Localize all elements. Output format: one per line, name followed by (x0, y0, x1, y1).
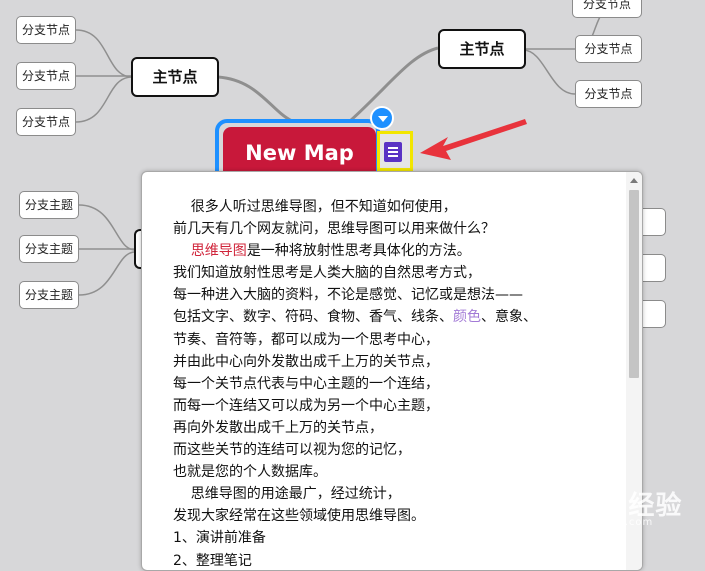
branch-node[interactable]: 分支节点 (16, 16, 76, 44)
branch-node[interactable]: 分支节点 (572, 0, 642, 18)
branch-topic-node[interactable]: 分支主题 (19, 235, 79, 263)
note-text-span: 颜色 (453, 309, 481, 325)
note-text-span: 思维导图的用途最广，经过统计， (173, 486, 401, 502)
branch-node[interactable]: 分支节点 (575, 35, 642, 63)
branch-node[interactable]: 分支节点 (16, 62, 76, 90)
note-text-span: 很多人听过思维导图，但不知道如何使用， (173, 199, 457, 215)
note-text-span: 1、演讲前准备 (173, 530, 266, 546)
note-icon[interactable] (384, 142, 402, 162)
note-line: 每一种进入大脑的资料，不论是感觉、记忆或是想法—— (173, 284, 628, 306)
note-text-span: 并由此中心向外发散出成千上万的关节点， (173, 354, 439, 370)
note-line: 2、整理笔记 (173, 550, 628, 571)
note-line: 我们知道放射性思考是人类大脑的自然思考方式， (173, 262, 628, 284)
branch-node-partial[interactable] (642, 208, 666, 236)
scroll-up-icon[interactable] (630, 178, 638, 183)
note-text-span: 而每一个连结又可以成为另一个中心主题， (173, 398, 439, 414)
baidu-watermark: Baidu经验 jingyan.baidu.com (540, 483, 700, 533)
branch-node[interactable]: 分支节点 (16, 108, 76, 136)
scroll-thumb[interactable] (629, 190, 639, 378)
main-node-right[interactable]: 主节点 (438, 29, 526, 69)
note-text-span: 每一个关节点代表与中心主题的一个连结， (173, 376, 439, 392)
note-line: 而这些关节的连结可以视为您的记忆， (173, 439, 628, 461)
note-line: 很多人听过思维导图，但不知道如何使用， (173, 196, 628, 218)
note-text-span (173, 243, 191, 259)
note-line: 也就是您的个人数据库。 (173, 461, 628, 483)
main-node-left[interactable]: 主节点 (131, 57, 219, 97)
collapse-toggle-icon[interactable] (370, 106, 394, 130)
note-line: 节奏、音符等，都可以成为一个思考中心， (173, 329, 628, 351)
note-line: 而每一个连结又可以成为另一个中心主题， (173, 395, 628, 417)
note-line: 包括文字、数字、符码、食物、香气、线条、颜色、意象、 (173, 306, 628, 328)
branch-node-partial[interactable] (642, 300, 666, 328)
note-text-span: 前几天有几个网友就问，思维导图可以用来做什么？ (173, 221, 495, 237)
note-text-span: 也就是您的个人数据库。 (173, 464, 327, 480)
note-text-span: 2、整理笔记 (173, 553, 252, 569)
note-line: 再向外发散出成千上万的关节点， (173, 417, 628, 439)
note-text-span: 、意象、 (481, 309, 537, 325)
note-text-span: 而这些关节的连结可以视为您的记忆， (173, 442, 411, 458)
note-text-span: 包括文字、数字、符码、食物、香气、线条、 (173, 309, 453, 325)
note-line: 思维导图是一种将放射性思考具体化的方法。 (173, 240, 628, 262)
note-text-span: 节奏、音符等，都可以成为一个思考中心， (173, 332, 439, 348)
note-line: 每一个关节点代表与中心主题的一个连结， (173, 373, 628, 395)
note-line: 前几天有几个网友就问，思维导图可以用来做什么？ (173, 218, 628, 240)
note-text-span: 再向外发散出成千上万的关节点， (173, 420, 383, 436)
note-line: 并由此中心向外发散出成千上万的关节点， (173, 351, 628, 373)
note-text-span: 我们知道放射性思考是人类大脑的自然思考方式， (173, 265, 481, 281)
note-text-span: 是一种将放射性思考具体化的方法。 (247, 243, 471, 259)
note-text-span: 思维导图 (191, 243, 247, 259)
main-connectors (218, 48, 438, 121)
branch-node-partial[interactable] (642, 254, 666, 282)
note-text-span: 发现大家经常在这些领域使用思维导图。 (173, 508, 425, 524)
baidu-watermark-url: jingyan.baidu.com (544, 517, 653, 528)
branch-topic-node[interactable]: 分支主题 (19, 281, 79, 309)
note-text-span: 每一种进入大脑的资料，不论是感觉、记忆或是想法—— (173, 287, 523, 303)
annotation-arrow (420, 119, 527, 160)
branch-topic-node[interactable]: 分支主题 (19, 191, 79, 219)
branch-node[interactable]: 分支节点 (575, 80, 642, 108)
